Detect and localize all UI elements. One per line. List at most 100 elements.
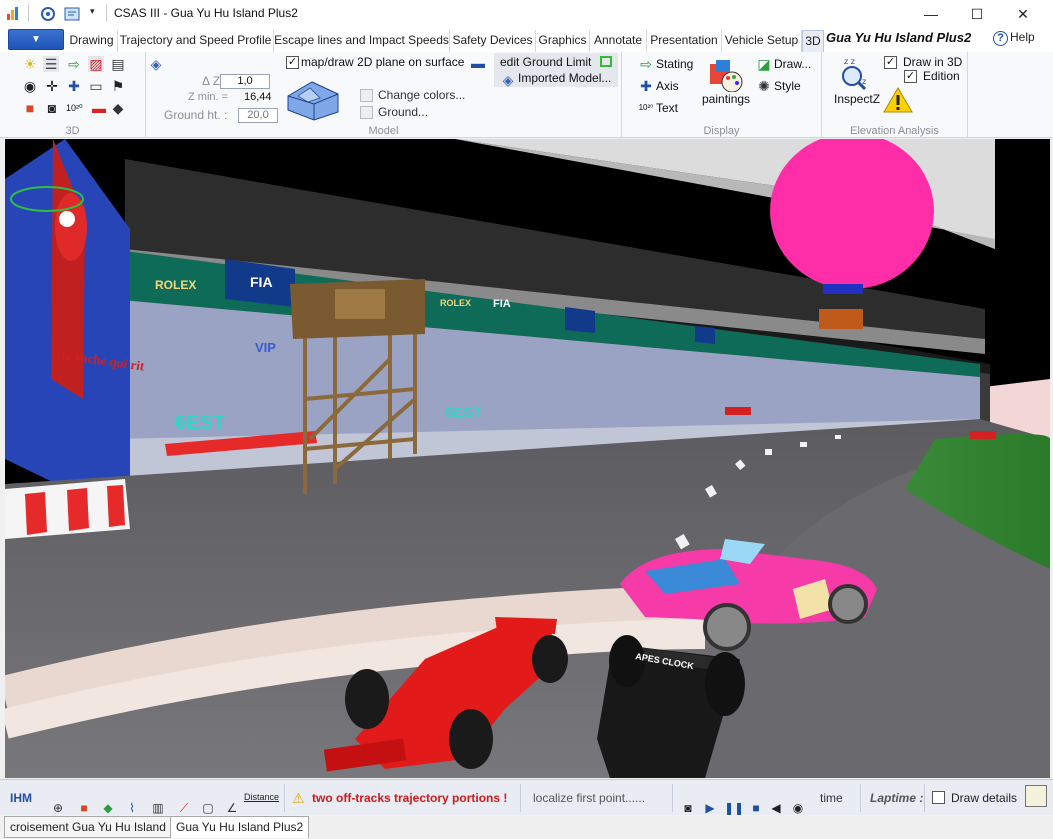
change-colors-checkbox[interactable] (360, 89, 373, 102)
maximize-button[interactable]: ☐ (954, 2, 1000, 26)
zmin-value: 16,44 (244, 91, 272, 103)
tab-3d[interactable]: 3D (802, 30, 824, 52)
best-graffiti: 6EST (175, 412, 225, 434)
settings-icon[interactable] (40, 6, 56, 22)
tab-annotate[interactable]: Annotate (590, 30, 647, 52)
folder-icon[interactable]: ▬ (470, 55, 486, 71)
draw-in-3d-checkbox[interactable]: ✓ (884, 56, 897, 69)
ruler-icon[interactable]: ▭ (88, 78, 104, 94)
edit-ground-limit-button[interactable]: edit Ground Limit (500, 55, 591, 69)
distant-car (725, 407, 751, 415)
sun-light-icon[interactable]: ☀ (22, 56, 38, 72)
tab-drawing[interactable]: Drawing (66, 30, 118, 52)
stating-button[interactable]: Stating (656, 57, 693, 71)
draw-button[interactable]: Draw... (774, 57, 811, 71)
window-title: CSAS III - Gua Yu Hu Island Plus2 (114, 6, 298, 20)
style-palette-icon[interactable]: ✺ (756, 78, 772, 94)
map-plane-checkbox[interactable]: ✓ (286, 56, 299, 69)
best-graffiti-2: 6EST (445, 404, 483, 421)
rolex-banner: ROLEX (155, 278, 196, 292)
document-tab-bar: croisement Gua Yu Hu Island Gua Yu Hu Is… (0, 815, 1053, 839)
svg-text:z z: z z (844, 57, 855, 66)
axis-display-icon[interactable]: ✚ (638, 78, 654, 94)
warning-icon: ⚠ (292, 790, 305, 806)
ground-limit-color-icon (600, 56, 612, 67)
help-icon: ? (993, 31, 1008, 46)
text-display-icon[interactable]: 10²⁰ (638, 100, 654, 116)
help-label: Help (1010, 30, 1035, 44)
minimize-button[interactable]: — (908, 2, 954, 26)
dz-input[interactable]: 1,0 (220, 74, 270, 89)
doc-tab-croisement[interactable]: croisement Gua Yu Hu Island (4, 816, 172, 838)
open-file-icon[interactable] (64, 5, 82, 22)
text-button[interactable]: Text (656, 101, 678, 115)
chevron-down-icon: ▼ (31, 34, 41, 45)
stating-icon[interactable]: ⇨ (638, 56, 654, 72)
paintings-icon[interactable] (708, 58, 744, 92)
edition-label: Edition (923, 69, 960, 83)
crosshair-icon[interactable]: ✛ (44, 78, 60, 94)
zebra-curbs-icon[interactable]: ▨ (88, 56, 104, 72)
imported-model-icon: ◈ (502, 72, 514, 88)
tab-graphics[interactable]: Graphics (536, 30, 590, 52)
ground-checkbox[interactable] (360, 106, 373, 119)
finish-flag-icon[interactable]: ⚑ (110, 78, 126, 94)
ground-height-input[interactable]: 20,0 (238, 108, 278, 123)
style-button[interactable]: Style (774, 79, 801, 93)
tab-trajectory[interactable]: Trajectory and Speed Profile (118, 30, 274, 52)
car-config-icon[interactable]: ◆ (110, 100, 126, 116)
notepad-icon[interactable] (1025, 785, 1047, 807)
group-3d-label: 3D (65, 125, 80, 137)
vip-banner: VIP (255, 340, 276, 355)
distance-button[interactable]: Distance (244, 780, 279, 816)
axis-button[interactable]: Axis (656, 79, 679, 93)
localize-point-status: localize first point...... (533, 791, 646, 805)
group-elevation: z z z InspectZ ✓ Draw in 3D ✓ Edition El… (822, 52, 968, 138)
status-bar: IHM ⊕ ■ ◆ ⌇ ▥ ⟋ ▢ ∠ Distance ⚠ two off-t… (0, 779, 1053, 815)
draw-details-checkbox[interactable] (932, 791, 945, 804)
close-button[interactable]: ✕ (1000, 2, 1046, 26)
file-menu-button[interactable]: ▼ (8, 29, 64, 50)
warning-triangle-icon (883, 87, 913, 113)
group-display: ⇨ Stating ✚ Axis 10²⁰ Text paintings ◪ D… (622, 52, 822, 138)
axis-icon[interactable]: ✚ (66, 78, 82, 94)
film-icon[interactable]: ▤ (110, 56, 126, 72)
off-track-warning: two off-tracks trajectory portions ! (312, 791, 508, 805)
tab-presentation[interactable]: Presentation (647, 30, 722, 52)
snapshot-camera-icon[interactable]: ◙ (44, 100, 60, 116)
play-trajectory-icon[interactable]: ⇨ (66, 56, 82, 72)
number-icon[interactable]: 10²⁰ (66, 100, 83, 116)
quick-access-dropdown-icon[interactable]: ▾ (90, 6, 95, 17)
help-button[interactable]: ? Help (993, 30, 1035, 46)
draw-icon[interactable]: ◪ (756, 56, 772, 72)
change-colors-label[interactable]: Change colors... (378, 88, 465, 102)
doc-tab-plus2[interactable]: Gua Yu Hu Island Plus2 (170, 816, 310, 838)
tab-safety-devices[interactable]: Safety Devices (450, 30, 536, 52)
ground-label[interactable]: Ground... (378, 105, 428, 119)
imported-model-button[interactable]: Imported Model... (518, 71, 611, 85)
group-3d: ☀ ☰ ⇨ ▨ ▤ ◉ ✛ ✚ ▭ ⚑ ■ ◙ 10²⁰ ▬ ◆ 3D (0, 52, 146, 138)
zmin-label: Z min. = (188, 91, 229, 103)
3d-viewport[interactable]: ROLEX FIA ROLEX FIA VIP 6EST 6EST la vac… (5, 139, 1050, 778)
ribbon-circuit-title: Gua Yu Hu Island Plus2 (826, 30, 972, 45)
time-label: time (820, 791, 843, 805)
race-car-icon[interactable]: ▬ (88, 100, 110, 116)
edition-checkbox[interactable]: ✓ (904, 70, 917, 83)
3d-terrain-model-icon[interactable] (286, 76, 340, 122)
fia-banner: FIA (250, 274, 273, 290)
ihm-button[interactable]: IHM (10, 780, 32, 816)
rolex-banner-2: ROLEX (440, 298, 471, 308)
tab-escape-lines[interactable]: Escape lines and Impact Speeds (274, 30, 450, 52)
surface-icon[interactable]: ◈ (148, 56, 164, 72)
ground-height-label: Ground ht. : (164, 108, 228, 122)
group-model-label: Model (368, 125, 399, 137)
settings-sliders-icon[interactable]: ☰ (43, 56, 59, 72)
paintings-button[interactable]: paintings (702, 92, 750, 106)
camera-icon[interactable]: ◉ (22, 78, 38, 94)
draw-details-label: Draw details (951, 791, 1018, 805)
inspectz-magnifier-icon[interactable]: z z z (838, 56, 874, 90)
3d-scene[interactable]: ROLEX FIA ROLEX FIA VIP 6EST 6EST la vac… (5, 139, 1050, 778)
tab-vehicle-setup[interactable]: Vehicle Setup (722, 30, 802, 52)
inspectz-button[interactable]: InspectZ (834, 92, 880, 106)
color-cube-icon[interactable]: ■ (22, 100, 38, 116)
